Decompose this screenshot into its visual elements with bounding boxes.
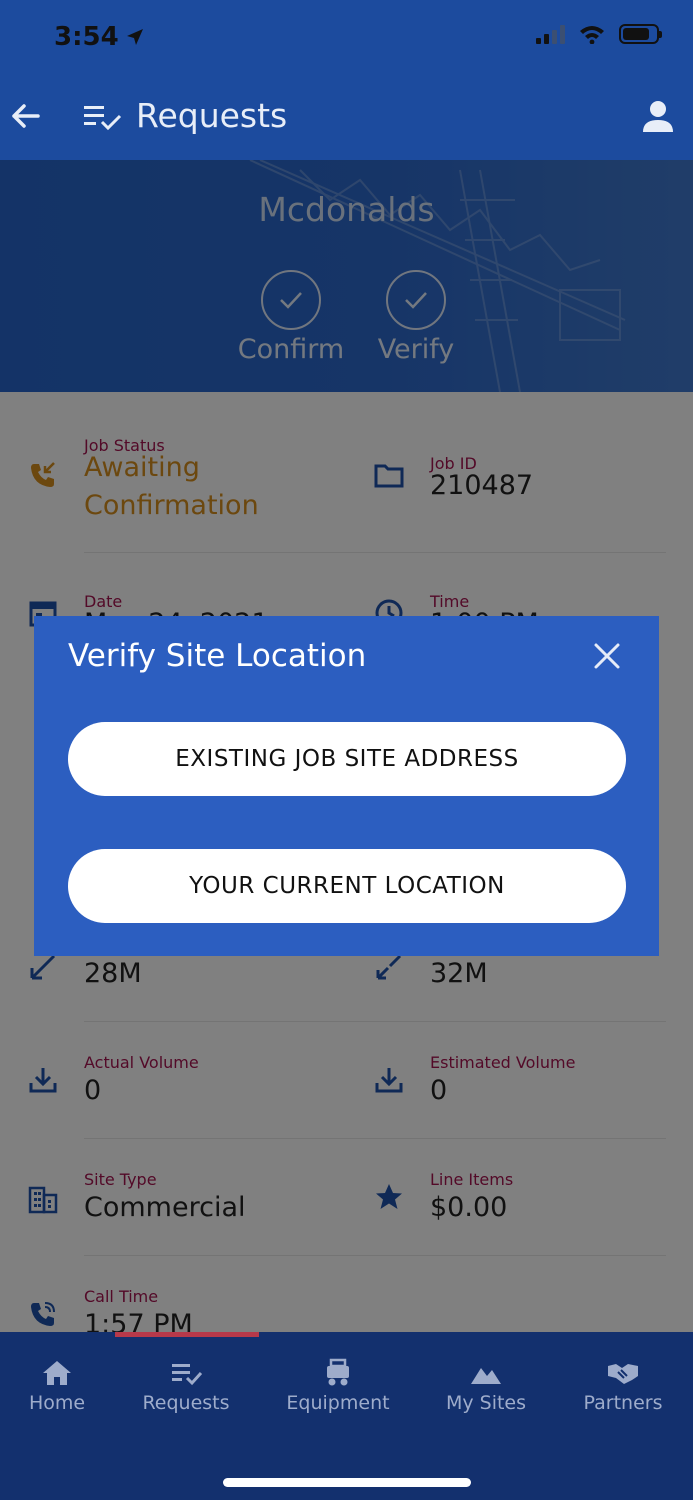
existing-job-site-button[interactable]: EXISTING JOB SITE ADDRESS [68, 722, 626, 796]
nav-item-partners[interactable]: Partners [558, 1358, 688, 1414]
nav-item-requests[interactable]: Requests [121, 1358, 251, 1414]
verify-location-dialog: Verify Site Location EXISTING JOB SITE A… [34, 616, 659, 956]
status-time: 3:54 [54, 22, 145, 52]
nav-item-my-sites[interactable]: My Sites [421, 1358, 551, 1414]
nav-item-home[interactable]: Home [0, 1358, 122, 1414]
page-title: Requests [136, 96, 288, 135]
location-arrow-icon [126, 29, 143, 45]
active-tab-indicator [115, 1332, 259, 1337]
nav-label: Requests [142, 1392, 230, 1414]
mountains-icon [471, 1368, 501, 1384]
handshake-icon [608, 1364, 638, 1384]
wifi-icon [580, 26, 604, 44]
nav-label: Partners [583, 1392, 663, 1414]
nav-label: My Sites [445, 1392, 527, 1414]
back-arrow-icon[interactable] [10, 98, 42, 134]
home-icon [43, 1361, 71, 1385]
nav-label: Home [28, 1392, 86, 1414]
equipment-icon [327, 1358, 349, 1386]
dialog-title: Verify Site Location [68, 638, 367, 674]
battery-icon [619, 24, 662, 44]
status-icons [536, 24, 662, 44]
close-icon[interactable] [593, 642, 621, 670]
home-indicator[interactable] [223, 1478, 471, 1487]
cellular-signal-icon [536, 24, 565, 44]
list-check-icon [84, 106, 122, 131]
nav-item-equipment[interactable]: Equipment [273, 1358, 403, 1414]
current-location-button[interactable]: YOUR CURRENT LOCATION [68, 849, 626, 923]
app-header: 3:54 Requests [0, 0, 693, 160]
list-check-icon [172, 1364, 203, 1386]
nav-label: Equipment [286, 1392, 390, 1414]
bottom-navigation: Home Requests Equipment My Sites Partner… [0, 1332, 693, 1500]
user-icon[interactable] [641, 98, 675, 134]
